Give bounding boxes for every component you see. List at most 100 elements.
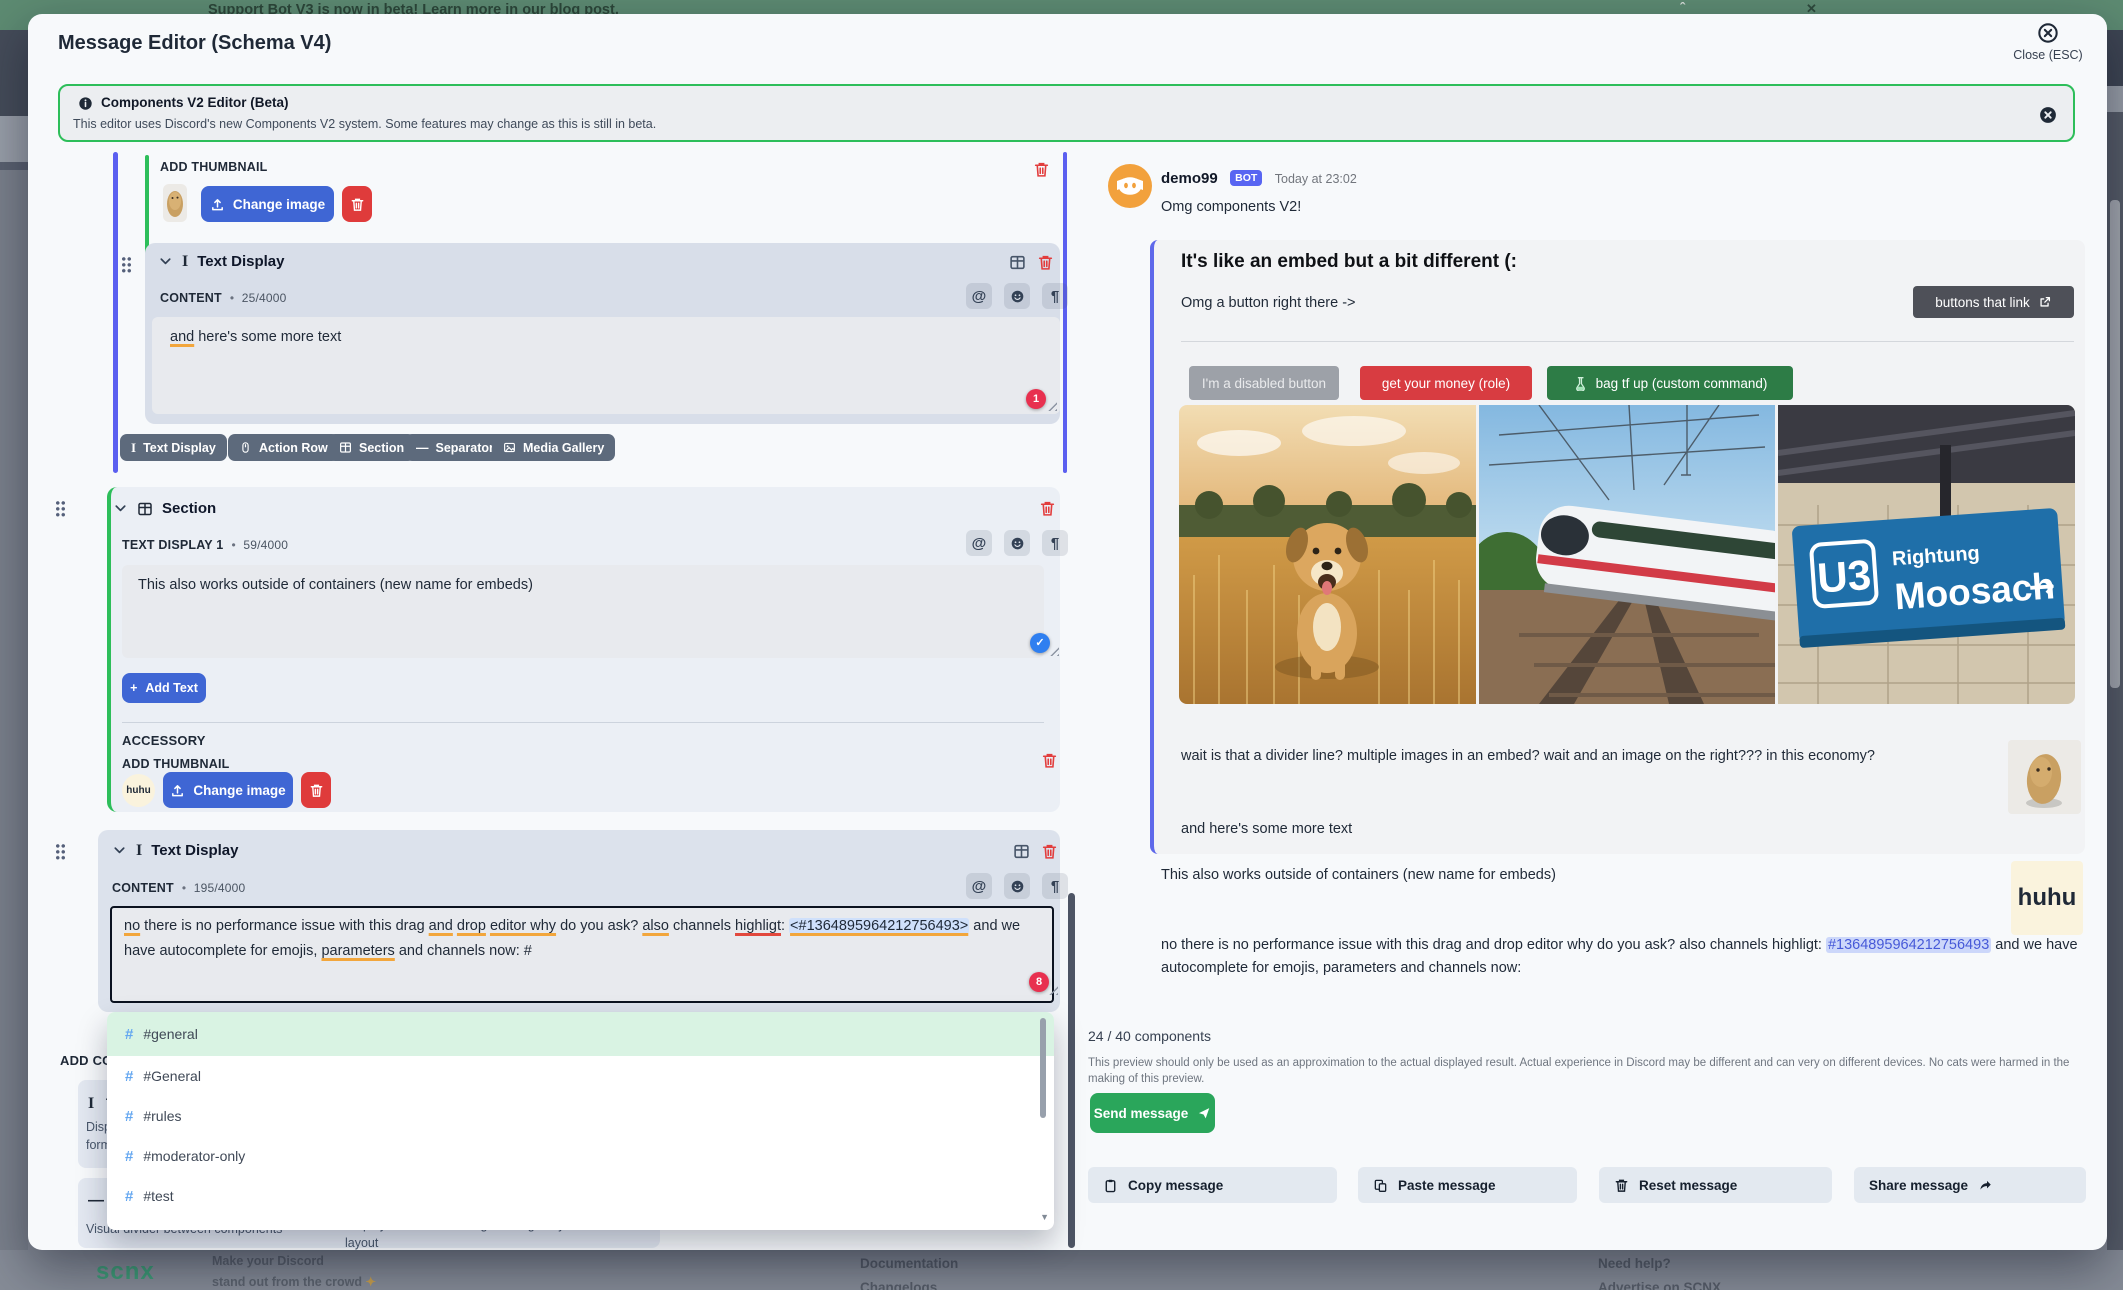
content-textarea-2-focused[interactable]: no there is no performance issue with th… [110, 906, 1054, 1003]
page-right-strip [2107, 86, 2123, 112]
sparkle-icon: ✦ [365, 1275, 375, 1289]
outside-text: This also works outside of containers (n… [1161, 864, 1556, 886]
footer-link-need-help[interactable]: Need help? [1598, 1256, 1671, 1271]
emoji-tool-button[interactable] [1004, 283, 1030, 309]
preview-disclaimer: This preview should only be used as an a… [1088, 1055, 2088, 1087]
channel-option-General[interactable]: ##General [107, 1056, 1054, 1096]
embed-line: Omg a button right there -> [1181, 292, 1356, 314]
channel-option-moderator-only[interactable]: ##moderator-only [107, 1136, 1054, 1176]
formatting-tool-button[interactable]: ¶ [1042, 873, 1068, 899]
add-separator-button[interactable]: —Separator [405, 434, 505, 461]
delete-component-icon[interactable] [1041, 843, 1058, 860]
chevron-down-icon[interactable] [113, 501, 128, 516]
embed-thumbnail-potato[interactable] [2008, 740, 2081, 814]
info-icon [78, 96, 93, 111]
chevron-down-icon[interactable] [112, 843, 127, 858]
add-text-button[interactable]: +Add Text [122, 673, 206, 703]
footer-link-changelogs[interactable]: Changelogs [860, 1280, 937, 1290]
dropdown-scrollbar-thumb[interactable] [1040, 1018, 1046, 1118]
thumbnail-preview-potato [163, 184, 187, 222]
container-left-border [113, 152, 118, 473]
send-message-button[interactable]: Send message [1090, 1093, 1215, 1133]
add-section-button[interactable]: Section [328, 434, 415, 461]
discord-clyde-icon [1108, 164, 1152, 208]
embed-divider [1181, 341, 2074, 342]
gallery-image-train[interactable] [1479, 405, 1775, 704]
mention-tool-button[interactable]: @ [966, 873, 992, 899]
grid-layout-icon[interactable] [1009, 254, 1026, 271]
scnx-logo[interactable]: scnx [96, 1258, 155, 1286]
issue-count-badge: 1 [1026, 389, 1046, 409]
text-display-icon: I [182, 254, 188, 270]
drag-handle-icon[interactable] [55, 843, 66, 860]
mouse-icon [239, 441, 252, 454]
channel-autocomplete-dropdown: ##general ##General ##rules ##moderator-… [107, 1012, 1054, 1230]
mention-tool-button[interactable]: @ [966, 530, 992, 556]
drag-handle-icon[interactable] [55, 500, 66, 517]
channel-option-general[interactable]: ##general [107, 1012, 1054, 1056]
remove-thumbnail-button[interactable] [301, 772, 331, 808]
add-action-row-button[interactable]: Action Row [228, 434, 339, 461]
page-sidebar-strip [0, 30, 28, 116]
text-display-1-field-label: TEXT DISPLAY 159/4000 [122, 538, 288, 552]
grid-layout-icon[interactable] [1013, 843, 1030, 860]
change-image-button[interactable]: Change image [163, 772, 293, 808]
clipboard-icon [1103, 1178, 1118, 1193]
page-footer: scnx Make your Discord stand out from th… [0, 1250, 2123, 1290]
success-button[interactable]: bag tf up (custom command) [1547, 366, 1793, 400]
beta-banner-dismiss-icon[interactable] [2039, 106, 2057, 124]
copy-message-button[interactable]: Copy message [1088, 1167, 1337, 1203]
bot-avatar[interactable] [1108, 164, 1152, 208]
modal-close-button[interactable]: Close (ESC) [2000, 22, 2096, 62]
media-gallery-icon [503, 441, 516, 454]
huhu-thumbnail[interactable]: huhu [2011, 861, 2083, 935]
gallery-image-dog[interactable] [1179, 405, 1476, 704]
add-media-gallery-button[interactable]: Media Gallery [492, 434, 615, 461]
remove-thumbnail-button[interactable] [342, 186, 372, 222]
reset-message-button[interactable]: Reset message [1599, 1167, 1832, 1203]
add-text-display-button[interactable]: IText Display [120, 434, 227, 461]
delete-accessory-icon[interactable] [1041, 752, 1058, 769]
paste-message-button[interactable]: Paste message [1358, 1167, 1577, 1203]
footer-link-advertise[interactable]: Advertise on SCNX [1598, 1280, 1721, 1290]
link-button[interactable]: buttons that link [1913, 286, 2074, 318]
share-message-button[interactable]: Share message [1854, 1167, 2086, 1203]
delete-component-icon[interactable] [1037, 254, 1054, 271]
embed-wait-text: wait is that a divider line? multiple im… [1181, 745, 1981, 767]
emoji-tool-button[interactable] [1004, 873, 1030, 899]
channel-option-rules[interactable]: ##rules [107, 1096, 1054, 1136]
channel-token[interactable]: <#1364895964212756493> [789, 918, 969, 934]
chevron-down-icon[interactable] [158, 254, 173, 269]
channel-option-test[interactable]: ##test [107, 1176, 1054, 1216]
section-textarea[interactable]: This also works outside of containers (n… [122, 565, 1044, 658]
container-right-border [1063, 152, 1067, 473]
text-display-icon: I [136, 843, 142, 859]
divider [122, 722, 1044, 723]
mention-tool-button[interactable]: @ [966, 283, 992, 309]
change-image-button[interactable]: Change image [201, 186, 334, 222]
dropdown-scroll-down-icon[interactable]: ▼ [1040, 1212, 1049, 1222]
channel-mention[interactable]: #1364895964212756493 [1826, 937, 1991, 953]
formatting-tool-button[interactable]: ¶ [1042, 530, 1068, 556]
delete-accessory-icon[interactable] [1033, 161, 1050, 178]
drag-handle-icon[interactable] [121, 256, 132, 273]
components-v2-beta-banner: Components V2 Editor (Beta) This editor … [58, 84, 2075, 142]
delete-component-icon[interactable] [1039, 500, 1056, 517]
danger-button[interactable]: get your money (role) [1360, 366, 1532, 400]
formatting-tool-button[interactable]: ¶ [1042, 283, 1068, 309]
message-header: demo99 BOT Today at 23:02 [1161, 170, 1357, 188]
gallery-image-u3-sign[interactable]: U3 Rightung Moosach → [1778, 405, 2075, 704]
page-scrollbar-thumb[interactable] [2110, 200, 2120, 688]
emoji-tool-button[interactable] [1004, 530, 1030, 556]
hash-icon: # [125, 1026, 133, 1043]
bot-username[interactable]: demo99 [1161, 170, 1218, 187]
section-grid-icon [339, 441, 352, 454]
editor-scrollbar-thumb[interactable] [1068, 893, 1075, 1248]
page-sidebar-strip [0, 116, 28, 162]
embed-more-text: and here's some more text [1181, 818, 1352, 840]
page-right-strip [2107, 30, 2123, 86]
content-textarea-1[interactable]: and here's some more text [152, 317, 1060, 414]
sign-u3-text: U3 [1816, 551, 1873, 602]
component-title: Section [162, 500, 216, 517]
footer-link-documentation[interactable]: Documentation [860, 1256, 958, 1271]
